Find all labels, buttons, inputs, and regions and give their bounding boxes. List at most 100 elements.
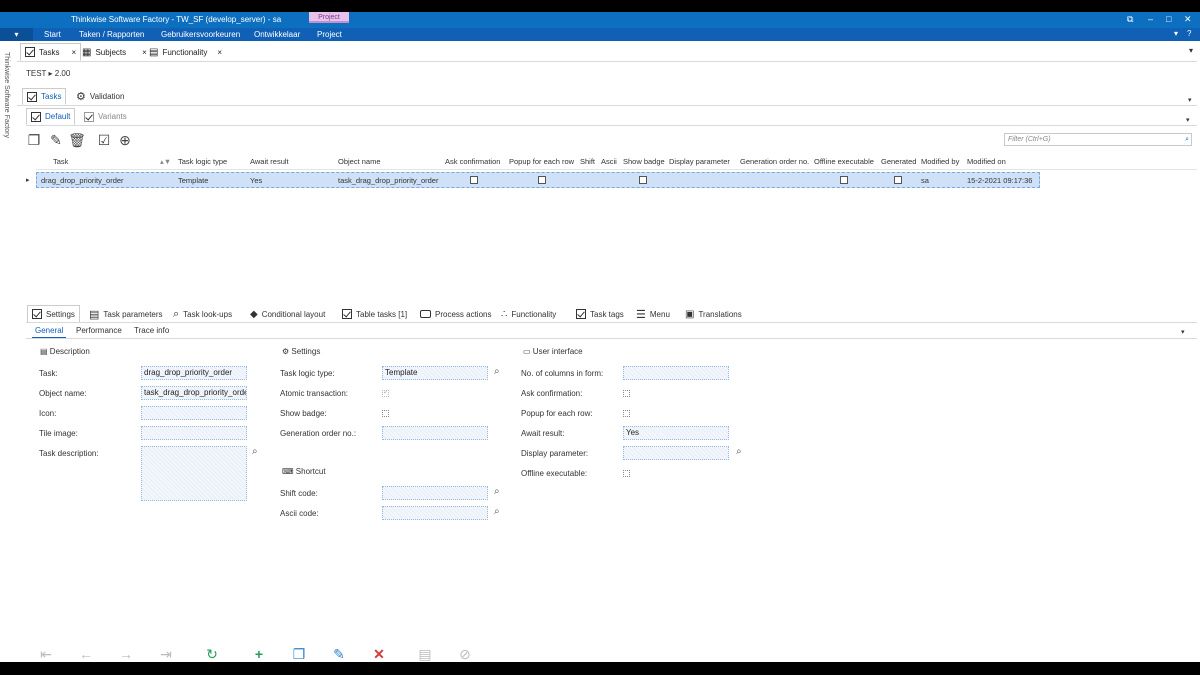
- tab-menu[interactable]: ☰ Menu: [632, 305, 674, 323]
- app-menu-button[interactable]: ▾: [0, 28, 33, 41]
- edit-icon[interactable]: ✎: [47, 132, 65, 148]
- task-field[interactable]: drag_drop_priority_order: [141, 366, 247, 380]
- minimize-icon[interactable]: –: [1148, 14, 1153, 24]
- object-name-field[interactable]: task_drag_drop_priority_order: [141, 386, 247, 400]
- filter-input[interactable]: Filter (Ctrl+G) ⌕: [1004, 133, 1192, 146]
- column-header-badge[interactable]: Show badge: [623, 157, 665, 166]
- cancel-icon[interactable]: ⊘: [456, 646, 474, 662]
- tab-process-actions[interactable]: Process actions: [416, 305, 495, 323]
- doc-tab-functionality[interactable]: ▤ Functionality ×: [149, 43, 222, 61]
- search-icon[interactable]: ⌕: [494, 486, 500, 497]
- icon-field[interactable]: [141, 406, 247, 420]
- previous-record-icon[interactable]: ←: [77, 646, 95, 662]
- tab-task-tags[interactable]: Task tags: [572, 305, 628, 323]
- menu-ontwikkelaar[interactable]: Ontwikkelaar: [254, 30, 300, 39]
- close-tab-icon[interactable]: ×: [71, 48, 76, 57]
- column-header-display[interactable]: Display parameter: [669, 157, 730, 166]
- chevron-down-icon[interactable]: ▾: [1188, 96, 1192, 104]
- column-header-genorder[interactable]: Generation order no.: [740, 157, 809, 166]
- task-description-field[interactable]: [141, 446, 247, 501]
- search-icon[interactable]: ⌕: [1185, 134, 1189, 145]
- column-header-logic-type[interactable]: Task logic type: [178, 157, 227, 166]
- tab-settings[interactable]: Settings: [27, 305, 80, 323]
- tab-translations[interactable]: ▣ Translations: [681, 305, 746, 323]
- column-header-shift[interactable]: Shift: [580, 157, 595, 166]
- column-header-ascii[interactable]: Ascii: [601, 157, 617, 166]
- tabs-dropdown-icon[interactable]: ▾: [1189, 46, 1193, 55]
- tab-trace-info[interactable]: Trace info: [131, 326, 172, 338]
- tab-variants[interactable]: Variants: [80, 108, 131, 125]
- close-tab-icon[interactable]: ×: [142, 48, 147, 57]
- column-header-offline[interactable]: Offline executable: [814, 157, 874, 166]
- pin-icon[interactable]: ▾: [1174, 29, 1178, 38]
- chevron-down-icon[interactable]: ▾: [1181, 328, 1185, 336]
- copy-icon[interactable]: ❐: [25, 132, 43, 148]
- last-record-icon[interactable]: ⇥: [157, 646, 175, 662]
- tab-performance[interactable]: Performance: [73, 326, 125, 338]
- close-tab-icon[interactable]: ×: [217, 48, 222, 57]
- edit-record-icon[interactable]: ✎: [330, 646, 348, 662]
- offline-executable-checkbox[interactable]: [623, 470, 630, 477]
- column-header-task[interactable]: Task: [53, 157, 68, 166]
- add-icon[interactable]: +: [250, 646, 268, 662]
- first-record-icon[interactable]: ⇤: [37, 646, 55, 662]
- chevron-down-icon[interactable]: ▾: [1186, 116, 1190, 124]
- cell-badge-checkbox[interactable]: [639, 176, 647, 184]
- maximize-icon[interactable]: □: [1166, 14, 1171, 24]
- search-icon[interactable]: ⌕: [252, 446, 258, 457]
- restore-icon[interactable]: ⧉: [1127, 14, 1133, 25]
- column-header-object[interactable]: Object name: [338, 157, 381, 166]
- ask-confirmation-checkbox[interactable]: [623, 390, 630, 397]
- side-navigation-label[interactable]: Thinkwise Software Factory: [3, 52, 10, 138]
- await-result-field[interactable]: Yes: [623, 426, 729, 440]
- help-icon[interactable]: ?: [1187, 29, 1191, 38]
- refresh-icon[interactable]: ↻: [203, 646, 221, 662]
- show-badge-checkbox[interactable]: [382, 410, 389, 417]
- search-icon[interactable]: ⌕: [494, 506, 500, 517]
- column-header-ask[interactable]: Ask confirmation: [445, 157, 500, 166]
- execute-task-icon[interactable]: ☑: [95, 132, 113, 148]
- doc-tab-subjects[interactable]: ▦ Subjects ×: [82, 43, 147, 61]
- cell-popup-checkbox[interactable]: [538, 176, 546, 184]
- close-icon[interactable]: ✕: [1184, 14, 1192, 25]
- atomic-transaction-checkbox[interactable]: ✓: [382, 389, 389, 397]
- tile-image-field[interactable]: [141, 426, 247, 440]
- table-row[interactable]: drag_drop_priority_order Template Yes ta…: [36, 172, 1040, 188]
- menu-project[interactable]: Project: [317, 30, 342, 39]
- search-icon[interactable]: ⌕: [494, 366, 500, 377]
- column-header-modified-on[interactable]: Modified on: [967, 157, 1006, 166]
- display-parameter-field[interactable]: [623, 446, 729, 460]
- column-header-await[interactable]: Await result: [250, 157, 289, 166]
- generation-order-field[interactable]: [382, 426, 488, 440]
- ascii-code-field[interactable]: [382, 506, 488, 520]
- tab-task-lookups[interactable]: ⌕ Task look-ups: [169, 305, 236, 323]
- delete-icon[interactable]: 🗑: [68, 132, 86, 148]
- menu-start[interactable]: Start: [44, 30, 61, 39]
- copy-record-icon[interactable]: ❐: [290, 646, 308, 662]
- popup-each-row-checkbox[interactable]: [623, 410, 630, 417]
- columns-in-form-field[interactable]: [623, 366, 729, 380]
- tab-default-variant[interactable]: Default: [26, 108, 76, 125]
- menu-taken-rapporten[interactable]: Taken / Rapporten: [79, 30, 144, 39]
- column-header-generated[interactable]: Generated: [881, 157, 916, 166]
- tab-general[interactable]: General: [32, 326, 67, 338]
- tab-functionality[interactable]: ∴ Functionality: [497, 305, 560, 323]
- shift-code-field[interactable]: [382, 486, 488, 500]
- cell-offline-checkbox[interactable]: [840, 176, 848, 184]
- tab-conditional-layout[interactable]: ◆ Conditional layout: [246, 305, 329, 323]
- menu-gebruikersvoorkeuren[interactable]: Gebruikersvoorkeuren: [161, 30, 240, 39]
- save-icon[interactable]: ▤: [416, 646, 434, 662]
- cell-generated-checkbox[interactable]: [894, 176, 902, 184]
- cell-ask-checkbox[interactable]: [470, 176, 478, 184]
- column-header-popup[interactable]: Popup for each row: [509, 157, 574, 166]
- delete-record-icon[interactable]: ✕: [370, 646, 388, 662]
- doc-tab-tasks[interactable]: Tasks ×: [20, 43, 82, 61]
- column-header-modified-by[interactable]: Modified by: [921, 157, 959, 166]
- tab-tasks[interactable]: Tasks: [22, 88, 67, 105]
- next-record-icon[interactable]: →: [117, 646, 135, 662]
- search-icon[interactable]: ⌕: [736, 446, 742, 457]
- tab-task-parameters[interactable]: ▤ Task parameters: [85, 305, 167, 323]
- tab-table-tasks[interactable]: Table tasks [1]: [338, 305, 411, 323]
- zoom-in-icon[interactable]: ⊕: [116, 132, 134, 148]
- tab-validation[interactable]: ⚙ Validation: [72, 88, 128, 105]
